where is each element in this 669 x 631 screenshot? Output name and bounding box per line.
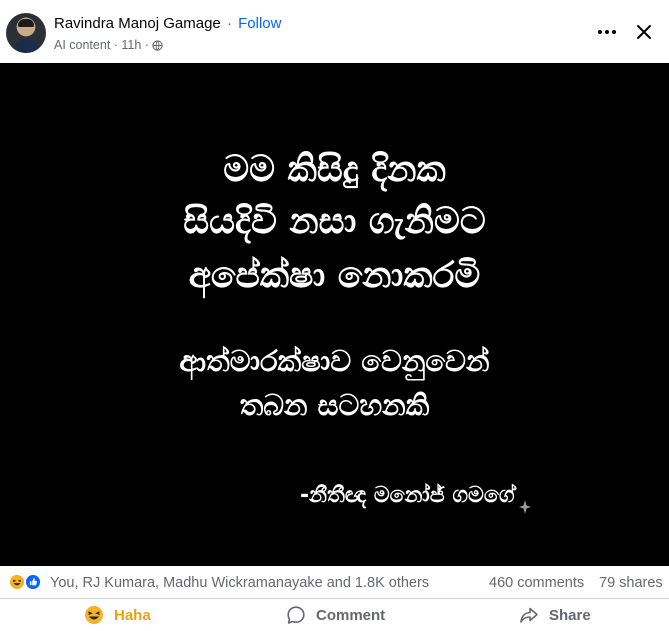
author-avatar[interactable]: [6, 13, 46, 53]
post-header: Ravindra Manoj Gamage · Follow AI conten…: [0, 0, 669, 62]
avatar-hair: [18, 19, 34, 27]
comment-button[interactable]: Comment: [286, 599, 385, 631]
share-label: Share: [549, 606, 591, 624]
globe-icon: [152, 40, 163, 51]
haha-label: Haha: [114, 606, 151, 624]
close-button[interactable]: [630, 18, 658, 46]
reactors-summary[interactable]: You, RJ Kumara, Madhu Wickramanayake and…: [50, 574, 429, 592]
comments-count[interactable]: 460 comments: [489, 574, 584, 592]
like-reaction-icon: [24, 573, 42, 591]
haha-reaction-button[interactable]: Haha: [84, 599, 151, 631]
comment-label: Comment: [316, 606, 386, 624]
avatar-shirt: [12, 39, 40, 53]
image-text-line: සියදිවි නසා ගැනිමට: [183, 201, 486, 242]
image-signature: -නීතීඥ මනෝජ් ගමගේ: [300, 483, 515, 508]
sparkle-icon: [519, 500, 531, 514]
image-text-line: තබන සටහනකි: [239, 388, 430, 422]
author-name[interactable]: Ravindra Manoj Gamage: [54, 15, 221, 32]
follow-button[interactable]: Follow: [238, 15, 281, 32]
share-button[interactable]: Share: [519, 599, 591, 631]
more-options-icon: [598, 30, 616, 34]
post-action-bar: Haha Comment Share: [0, 598, 669, 631]
comment-icon: [286, 605, 306, 625]
image-text-line: අපේක්ෂා නොකරමි: [188, 255, 481, 296]
share-icon: [519, 605, 539, 625]
post-image[interactable]: මම කිසිදු දිනක සියදිවි නසා ගැනිමට අපේක්ෂ…: [0, 63, 669, 566]
image-text-line: ආත්මාරක්ෂාව වෙනුවෙන්: [179, 344, 490, 378]
separator-dot: ·: [226, 15, 232, 32]
more-options-button[interactable]: [592, 19, 622, 45]
image-text-line: මම කිසිදු දිනක: [223, 149, 446, 190]
close-icon: [637, 25, 651, 39]
reactions-stats-row: You, RJ Kumara, Madhu Wickramanayake and…: [0, 566, 669, 598]
reaction-icons[interactable]: [8, 573, 46, 591]
post-card: Ravindra Manoj Gamage · Follow AI conten…: [0, 0, 669, 631]
post-meta: AI content · 11h ·: [54, 38, 163, 53]
shares-count[interactable]: 79 shares: [599, 574, 663, 592]
author-line: Ravindra Manoj Gamage · Follow: [54, 15, 281, 33]
haha-reaction-icon: [8, 573, 26, 591]
post-meta-text[interactable]: AI content · 11h ·: [54, 38, 149, 53]
haha-icon: [84, 605, 104, 625]
